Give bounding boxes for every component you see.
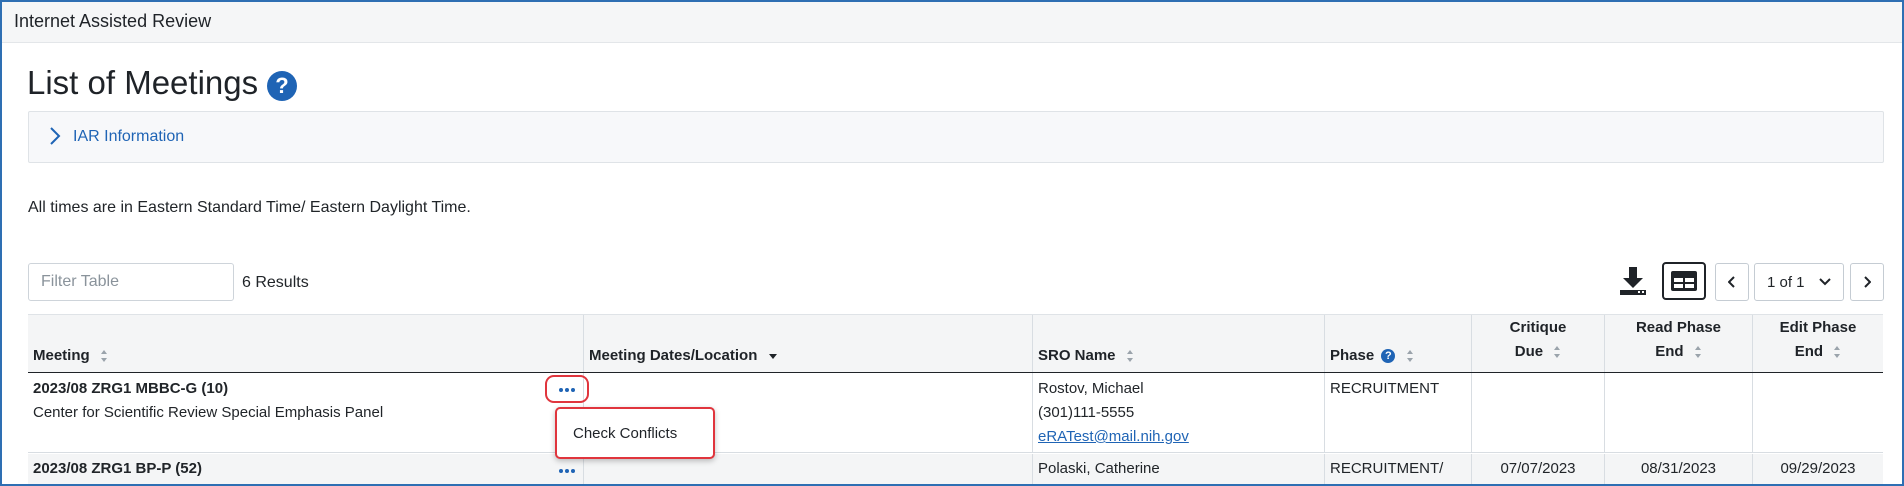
critique-due-cell xyxy=(1472,373,1605,452)
phase-cell: RECRUITMENT xyxy=(1325,373,1472,452)
sro-cell: Rostov, Michael (301)111-5555 eRATest@ma… xyxy=(1033,373,1325,452)
previous-page-button[interactable] xyxy=(1715,263,1749,301)
accordion-label: IAR Information xyxy=(73,128,185,145)
next-page-button[interactable] xyxy=(1850,263,1884,301)
phase-value: RECRUITMENT xyxy=(1330,380,1440,397)
row-actions-menu: Check Conflicts xyxy=(555,407,715,459)
sro-name: Rostov, Michael xyxy=(1038,380,1144,397)
sort-icon xyxy=(1554,346,1561,359)
column-header-sro-name[interactable]: SRO Name xyxy=(1033,315,1325,372)
app-title: Internet Assisted Review xyxy=(14,11,212,31)
page-select-value: 1 of 1 xyxy=(1767,273,1805,291)
column-header-meeting-dates[interactable]: Meeting Dates/Location xyxy=(584,315,1033,372)
meeting-id: 2023/08 ZRG1 MBBC-G (10) xyxy=(33,380,229,397)
page-title: List of Meetings xyxy=(27,64,259,101)
help-icon[interactable]: ? xyxy=(267,71,297,101)
sro-phone: (301)111-5555 xyxy=(1038,404,1135,421)
sro-cell: Polaski, Catherine xyxy=(1033,454,1325,484)
column-header-meeting[interactable]: Meeting xyxy=(28,315,584,372)
table-header: Meeting Meeting Dates/Location SRO Name … xyxy=(28,314,1883,374)
table-row: 2023/08 ZRG1 BP-P (52) Polaski, Catherin… xyxy=(28,454,1883,484)
chevron-right-icon xyxy=(50,127,61,145)
meeting-cell: 2023/08 ZRG1 BP-P (52) xyxy=(28,454,584,484)
read-phase-end-cell: 08/31/2023 xyxy=(1605,454,1753,484)
iar-information-accordion[interactable]: IAR Information xyxy=(28,111,1884,163)
read-phase-end-cell xyxy=(1605,373,1753,452)
chevron-left-icon xyxy=(1728,276,1735,288)
meeting-name: Center for Scientific Review Special Emp… xyxy=(33,404,384,421)
table-row: 2023/08 ZRG1 MBBC-G (10) Center for Scie… xyxy=(28,373,1883,453)
sort-icon xyxy=(1406,350,1413,363)
critique-due-cell: 07/07/2023 xyxy=(1472,454,1605,484)
results-count: 6 Results xyxy=(242,274,309,291)
sort-descending-icon xyxy=(768,354,777,360)
row-actions-ellipsis-icon[interactable] xyxy=(554,465,580,477)
timezone-note: All times are in Eastern Standard Time/ … xyxy=(28,199,471,216)
page-select[interactable]: 1 of 1 xyxy=(1754,263,1844,301)
sort-icon xyxy=(1126,350,1133,363)
column-header-critique-due[interactable]: Critique Due xyxy=(1472,315,1605,372)
phase-help-icon[interactable]: ? xyxy=(1381,349,1396,364)
column-header-read-phase-end[interactable]: Read Phase End xyxy=(1605,315,1753,372)
check-conflicts-menu-item[interactable]: Check Conflicts xyxy=(573,425,677,442)
column-header-edit-phase-end[interactable]: Edit Phase End xyxy=(1753,315,1883,372)
phase-cell: RECRUITMENT/ xyxy=(1325,454,1472,484)
meetings-table: Meeting Meeting Dates/Location SRO Name … xyxy=(28,314,1883,484)
filter-table-input[interactable] xyxy=(28,263,234,301)
table-layout-button[interactable] xyxy=(1662,262,1706,300)
row-actions-ellipsis-icon[interactable] xyxy=(554,384,580,396)
column-header-phase[interactable]: Phase ? xyxy=(1325,315,1472,372)
table-icon xyxy=(1671,271,1697,291)
sort-icon xyxy=(1694,346,1701,359)
meeting-cell: 2023/08 ZRG1 MBBC-G (10) Center for Scie… xyxy=(28,373,584,452)
app-header: Internet Assisted Review xyxy=(2,2,1902,43)
chevron-right-icon xyxy=(1864,276,1871,288)
edit-phase-end-cell xyxy=(1753,373,1883,452)
download-icon[interactable] xyxy=(1618,265,1648,297)
meeting-id: 2023/08 ZRG1 BP-P (52) xyxy=(33,460,202,477)
chevron-down-icon xyxy=(1819,278,1831,286)
sort-icon xyxy=(100,350,107,363)
edit-phase-end-cell: 09/29/2023 xyxy=(1780,460,1856,477)
sro-name: Polaski, Catherine xyxy=(1038,460,1160,477)
phase-value: RECRUITMENT/ xyxy=(1330,460,1444,477)
sro-email-link[interactable]: eRATest@mail.nih.gov xyxy=(1038,428,1189,445)
app-window: Internet Assisted Review List of Meeting… xyxy=(0,0,1904,486)
sort-icon xyxy=(1834,346,1841,359)
